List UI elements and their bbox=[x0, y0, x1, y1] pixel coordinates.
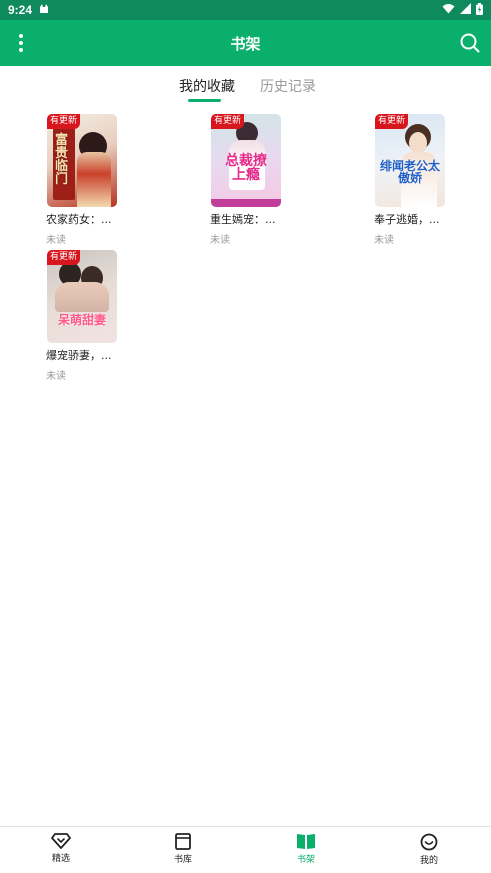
menu-dot bbox=[19, 41, 23, 45]
update-badge: 有更新 bbox=[47, 250, 81, 265]
smiley-icon bbox=[420, 833, 438, 851]
nav-item-bookshelf[interactable]: 书架 bbox=[276, 833, 336, 865]
status-time: 9:24 bbox=[8, 3, 33, 17]
status-bar: 9:24 bbox=[0, 0, 491, 20]
cover-title-text: 呆萌甜妻 bbox=[57, 313, 106, 327]
bookshelf-icon bbox=[297, 834, 315, 849]
book-item[interactable]: 总裁撩上瘾 有更新 重生嫣宠：... 未读 bbox=[210, 114, 290, 246]
shelf-tabs: 我的收藏 历史记录 bbox=[0, 66, 491, 104]
battery-icon bbox=[476, 2, 483, 18]
book-title: 重生嫣宠：... bbox=[210, 213, 276, 226]
wifi-icon bbox=[442, 3, 455, 17]
nav-item-featured[interactable]: 精选 bbox=[31, 833, 91, 864]
book-item[interactable]: 富贵临门 有更新 农家药女：... 未读 bbox=[46, 114, 126, 246]
cover-title-text: 总裁撩上瘾 bbox=[225, 153, 267, 183]
android-notification-icon bbox=[38, 3, 50, 17]
search-button[interactable] bbox=[459, 32, 481, 54]
nav-label: 我的 bbox=[419, 856, 438, 866]
book-item[interactable]: 呆萌甜妻 有更新 爆宠骄妻，... 未读 bbox=[46, 250, 126, 382]
nav-label: 书库 bbox=[173, 855, 192, 865]
read-status: 未读 bbox=[46, 235, 66, 246]
search-icon bbox=[460, 33, 480, 53]
app-bar: 书架 bbox=[0, 20, 491, 66]
nav-item-mine[interactable]: 我的 bbox=[399, 833, 459, 866]
book-cover[interactable]: 富贵临门 有更新 bbox=[47, 114, 117, 207]
bottom-navigation: 精选 书库 书架 我的 bbox=[0, 826, 491, 873]
book-item[interactable]: 绯闻老公太傲娇 有更新 奉子逃婚，... 未读 bbox=[374, 114, 454, 246]
update-badge: 有更新 bbox=[211, 114, 245, 129]
nav-item-library[interactable]: 书库 bbox=[153, 833, 213, 865]
update-badge: 有更新 bbox=[375, 114, 409, 129]
tab-history[interactable]: 历史记录 bbox=[260, 76, 316, 96]
menu-dot bbox=[19, 48, 23, 52]
cover-title-text: 绯闻老公太傲娇 bbox=[379, 159, 440, 185]
menu-dot bbox=[19, 34, 23, 38]
diamond-icon bbox=[51, 833, 71, 849]
nav-label: 书架 bbox=[296, 855, 315, 865]
library-icon bbox=[175, 833, 191, 850]
book-title: 奉子逃婚，... bbox=[374, 213, 440, 226]
book-title: 农家药女：... bbox=[46, 213, 112, 226]
cover-title-text: 富贵临门 bbox=[55, 133, 69, 187]
tab-indicator bbox=[188, 99, 221, 102]
read-status: 未读 bbox=[46, 371, 66, 382]
read-status: 未读 bbox=[210, 235, 230, 246]
cell-signal-icon bbox=[460, 3, 471, 17]
read-status: 未读 bbox=[374, 235, 394, 246]
book-cover[interactable]: 绯闻老公太傲娇 有更新 bbox=[375, 114, 445, 207]
nav-label: 精选 bbox=[51, 854, 70, 864]
update-badge: 有更新 bbox=[47, 114, 81, 129]
page-title: 书架 bbox=[230, 34, 261, 53]
tab-favorites[interactable]: 我的收藏 bbox=[179, 76, 235, 96]
more-menu-button[interactable] bbox=[11, 32, 31, 54]
book-cover[interactable]: 呆萌甜妻 有更新 bbox=[47, 250, 117, 343]
book-cover[interactable]: 总裁撩上瘾 有更新 bbox=[211, 114, 281, 207]
book-title: 爆宠骄妻，... bbox=[46, 349, 112, 362]
